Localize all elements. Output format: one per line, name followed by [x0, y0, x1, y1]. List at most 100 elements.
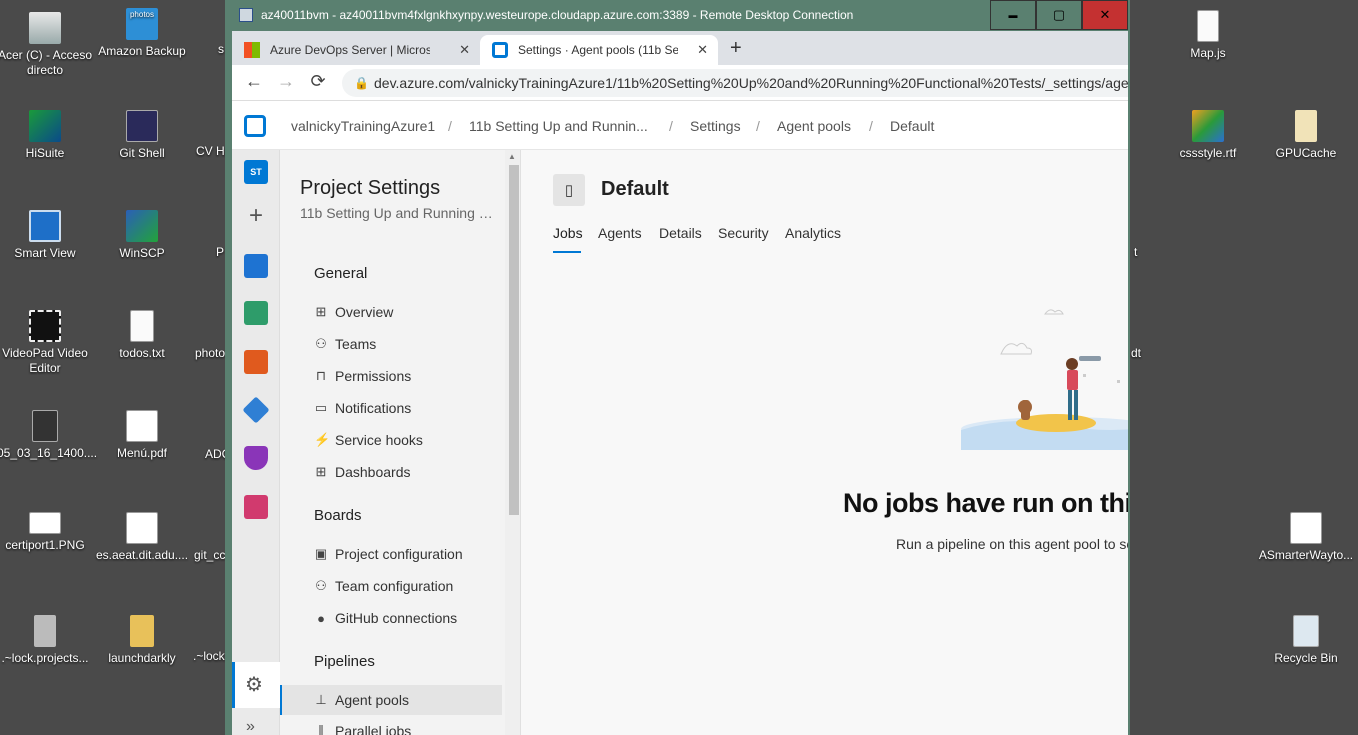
- project-settings-panel: Project Settings 11b Setting Up and Runn…: [280, 150, 521, 735]
- page-title: Project Settings: [300, 177, 441, 199]
- desktop-icon-menu-pdf[interactable]: Menú.pdf: [94, 410, 190, 461]
- expand-rail-icon[interactable]: »: [246, 718, 255, 735]
- boards-icon[interactable]: [244, 301, 268, 325]
- desktop-icon-cssstyle[interactable]: cssstyle.rtf: [1160, 110, 1256, 161]
- folder-icon: [130, 615, 154, 647]
- project-configuration-icon: ▣: [314, 546, 328, 561]
- tab-title: Settings · Agent pools (11b Setting: [518, 43, 678, 57]
- desktop-fragment: .~lock: [193, 649, 225, 663]
- reload-button[interactable]: ⟳: [306, 71, 330, 92]
- desktop-fragment: photo: [195, 346, 226, 360]
- desktop-icon-git-shell[interactable]: Git Shell: [94, 110, 190, 161]
- recycle-bin-icon: [1293, 615, 1319, 647]
- nav-dashboards[interactable]: ⊞ Dashboards: [280, 457, 502, 487]
- nav-teams[interactable]: ⚇ Teams: [280, 329, 502, 359]
- settings-panel-scrollbar[interactable]: ▲: [505, 150, 520, 735]
- project-settings-button[interactable]: ⚙: [232, 662, 280, 708]
- browser-tab-strip: Azure DevOps Server | Microsoft ✕ Settin…: [232, 31, 1128, 65]
- scroll-up-icon[interactable]: ▲: [508, 152, 516, 161]
- parallel-jobs-icon: ∥: [317, 723, 325, 735]
- js-file-icon: [1197, 10, 1219, 42]
- desktop-icon-launchdarkly[interactable]: launchdarkly: [94, 615, 190, 666]
- nav-agent-pools[interactable]: ⊥ Agent pools: [280, 685, 502, 715]
- overview-icon: ⊞: [315, 304, 327, 319]
- desktop-icon-certiport[interactable]: certiport1.PNG: [0, 512, 93, 553]
- test-plans-icon[interactable]: [244, 446, 268, 470]
- desktop-icon-amazon-backup[interactable]: photos Amazon Backup: [94, 8, 190, 59]
- desktop-icon-todos-txt[interactable]: todos.txt: [94, 310, 190, 361]
- empty-state-illustration: [961, 309, 1128, 450]
- rdp-title-text: az40011bvm - az40011bvm4fxlgnkhxynpy.wes…: [261, 8, 854, 22]
- desktop-icon-hisuite[interactable]: HiSuite: [0, 110, 93, 161]
- new-tab-button[interactable]: +: [730, 37, 742, 60]
- browser-tab-azure-devops-server[interactable]: Azure DevOps Server | Microsoft ✕: [232, 35, 480, 65]
- nav-service-hooks[interactable]: ⚡ Service hooks: [280, 425, 502, 455]
- desktop-icon-acer[interactable]: Acer (C) - Acceso directo: [0, 12, 93, 78]
- breadcrumb-agent-pools[interactable]: Agent pools: [777, 118, 851, 134]
- section-general: General: [314, 265, 368, 282]
- empty-state-title: No jobs have run on this agent pool: [843, 488, 1128, 518]
- nav-parallel-jobs[interactable]: ∥ Parallel jobs: [280, 716, 502, 735]
- breadcrumb-organization[interactable]: valnickyTrainingAzure1: [291, 118, 435, 134]
- hisuite-icon: [29, 110, 61, 142]
- azure-devops-logo-icon[interactable]: [244, 115, 266, 137]
- desktop-icon-smart-view[interactable]: Smart View: [0, 210, 93, 261]
- agent-pool-title: Default: [601, 178, 669, 200]
- rdp-title-bar[interactable]: az40011bvm - az40011bvm4fxlgnkhxynpy.wes…: [225, 0, 1130, 31]
- nav-permissions[interactable]: ⊓ Permissions: [280, 361, 502, 391]
- book-file-icon: [1290, 512, 1322, 544]
- new-item-plus-icon[interactable]: +: [244, 204, 268, 229]
- tab-agents[interactable]: Agents: [598, 225, 642, 241]
- desktop-icon-videopad[interactable]: VideoPad Video Editor: [0, 310, 93, 376]
- desktop-icon-winscp[interactable]: WinSCP: [94, 210, 190, 261]
- desktop-icon-map-js[interactable]: Map.js: [1160, 10, 1256, 61]
- desktop-icon-aeat[interactable]: es.aeat.dit.adu....: [94, 512, 190, 563]
- agent-pools-icon: ⊥: [315, 692, 327, 707]
- pipelines-icon[interactable]: [242, 396, 270, 424]
- artifacts-icon[interactable]: [244, 495, 268, 519]
- scrollbar-thumb[interactable]: [509, 165, 519, 515]
- winscp-icon: [126, 210, 158, 242]
- back-button[interactable]: ←: [242, 71, 266, 92]
- desktop-fragment: CV H.: [196, 144, 229, 158]
- tab-close-icon[interactable]: ✕: [459, 42, 470, 58]
- close-button[interactable]: ✕: [1082, 0, 1128, 30]
- azure-devops-icon: [492, 42, 508, 58]
- teams-icon: ⚇: [315, 336, 327, 351]
- browser-tab-agent-pools[interactable]: Settings · Agent pools (11b Setting ✕: [480, 35, 718, 65]
- github-icon: ●: [317, 610, 325, 626]
- address-bar[interactable]: 🔒 dev.azure.com/valnickyTrainingAzure1/1…: [342, 69, 1128, 97]
- browser-toolbar: ← → ⟳ 🔒 dev.azure.com/valnickyTrainingAz…: [232, 65, 1128, 101]
- overview-icon[interactable]: [244, 254, 268, 278]
- desktop-icon-lock-projects[interactable]: .~lock.projects...: [0, 615, 93, 666]
- forward-button[interactable]: →: [274, 71, 298, 92]
- breadcrumb-default[interactable]: Default: [890, 118, 934, 134]
- service-hooks-icon: ⚡: [314, 432, 331, 447]
- desktop-icon-asmarterway[interactable]: ASmarterWayto...: [1258, 512, 1354, 563]
- desktop-icon-video-file[interactable]: 05_03_16_1400....: [0, 410, 97, 461]
- desktop-icon-recycle-bin[interactable]: Recycle Bin: [1258, 615, 1354, 666]
- nav-overview[interactable]: ⊞ Overview: [280, 297, 502, 327]
- tab-details[interactable]: Details: [659, 225, 702, 241]
- breadcrumb-project[interactable]: 11b Setting Up and Runnin...: [469, 118, 648, 134]
- tab-analytics[interactable]: Analytics: [785, 225, 841, 241]
- active-tab-indicator: [553, 251, 581, 253]
- notifications-icon: ▭: [314, 400, 328, 415]
- nav-notifications[interactable]: ▭ Notifications: [280, 393, 502, 423]
- desktop-icon-gpucache[interactable]: GPUCache: [1258, 110, 1354, 161]
- pdf-file-icon: [126, 410, 158, 442]
- maximize-button[interactable]: ▢: [1036, 0, 1082, 30]
- project-avatar[interactable]: ST: [244, 160, 268, 184]
- desktop-fragment: P: [216, 245, 225, 259]
- nav-project-configuration[interactable]: ▣ Project configuration: [280, 539, 502, 569]
- nav-team-configuration[interactable]: ⚇ Team configuration: [280, 571, 502, 601]
- repos-icon[interactable]: [244, 350, 268, 374]
- terminal-icon: [126, 110, 158, 142]
- tab-jobs[interactable]: Jobs: [553, 225, 583, 241]
- main-content: ▯ Default Jobs Agents Details Security A…: [521, 150, 1128, 735]
- tab-close-icon[interactable]: ✕: [697, 42, 708, 58]
- breadcrumb-settings[interactable]: Settings: [690, 118, 741, 134]
- nav-github-connections[interactable]: ● GitHub connections: [280, 603, 502, 633]
- minimize-button[interactable]: ▬: [990, 0, 1036, 30]
- tab-security[interactable]: Security: [718, 225, 769, 241]
